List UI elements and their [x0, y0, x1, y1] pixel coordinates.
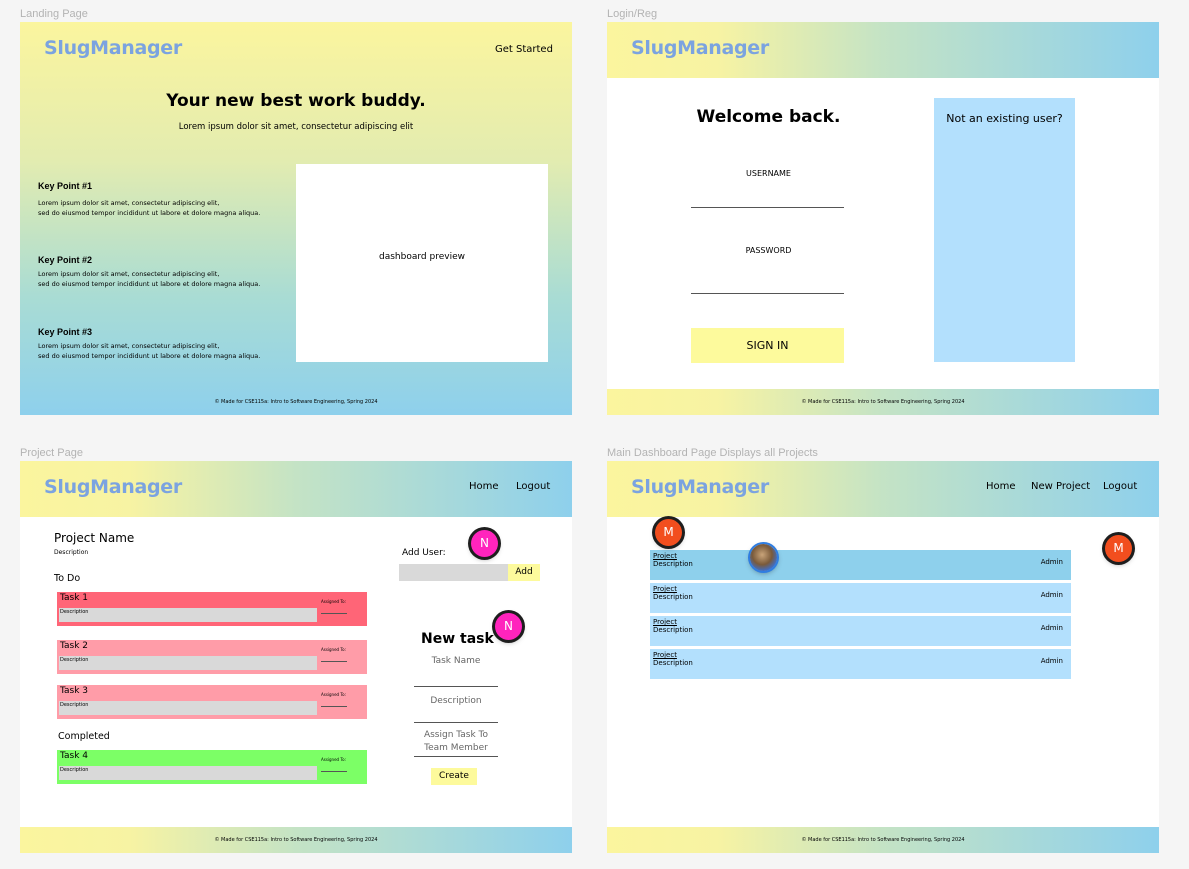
description-placeholder: Description [430, 696, 482, 706]
todo-heading: To Do [54, 573, 81, 584]
task-assigned-label: Assigned To: [321, 647, 346, 652]
add-user-button[interactable]: Add [508, 564, 540, 581]
task-title: Task 4 [60, 751, 89, 761]
sign-in-button[interactable]: SIGN IN [691, 328, 844, 363]
assignee-field[interactable] [321, 613, 347, 614]
key-point-body: Lorem ipsum dolor sit amet, consectetur … [38, 342, 261, 360]
login-frame: SlugManager Welcome back. USERNAME PASSW… [607, 22, 1159, 415]
password-input[interactable] [691, 293, 844, 294]
username-label: USERNAME [746, 169, 791, 178]
frame-label-dashboard: Main Dashboard Page Displays all Project… [607, 447, 818, 459]
frame-label-login: Login/Reg [607, 8, 658, 20]
frame-label-landing: Landing Page [20, 8, 88, 20]
key-point-body: Lorem ipsum dolor sit amet, consectetur … [38, 270, 261, 288]
completed-heading: Completed [58, 731, 110, 742]
brand-logo[interactable]: SlugManager [44, 476, 182, 498]
key-point-title: Key Point #3 [38, 327, 93, 337]
task-description[interactable]: Description [59, 701, 317, 715]
add-user-input[interactable] [399, 564, 508, 581]
project-role: Admin [1040, 591, 1063, 599]
user-avatar[interactable]: M [655, 519, 682, 546]
landing-frame: SlugManager Get Started Your new best wo… [20, 22, 572, 415]
user-avatar[interactable]: N [495, 613, 522, 640]
task-name-placeholder: Task Name [431, 656, 481, 666]
assign-placeholder: Assign Task To Team Member [423, 730, 489, 753]
task-card[interactable]: Task 3 Description Assigned To: [57, 685, 367, 719]
project-role: Admin [1040, 558, 1063, 566]
task-card[interactable]: Task 1 Description Assigned To: [57, 592, 367, 626]
project-description: Description [653, 560, 693, 568]
brand-logo[interactable]: SlugManager [631, 37, 769, 59]
project-row[interactable]: Project Description Admin [650, 583, 1071, 613]
frame-label-project: Project Page [20, 447, 83, 459]
new-user-text: Not an existing user? [946, 112, 1063, 125]
dashboard-frame: SlugManager Home New Project Logout Proj… [607, 461, 1159, 853]
task-card[interactable]: Task 2 Description Assigned To: [57, 640, 367, 674]
create-task-button[interactable]: Create [431, 768, 477, 785]
task-assigned-label: Assigned To: [321, 757, 346, 762]
add-user-label: Add User: [402, 548, 446, 558]
project-link[interactable]: Project [653, 618, 677, 626]
password-label: PASSWORD [745, 246, 792, 255]
nav-new-project-link[interactable]: New Project [1031, 481, 1090, 492]
nav-logout-link[interactable]: Logout [1103, 481, 1137, 492]
brand-logo[interactable]: SlugManager [44, 37, 182, 59]
nav-home-link[interactable]: Home [469, 481, 499, 492]
project-description: Description [653, 659, 693, 667]
user-photo-avatar[interactable] [750, 544, 777, 571]
key-point-title: Key Point #1 [38, 181, 93, 191]
assignee-field[interactable] [321, 771, 347, 772]
project-role: Admin [1040, 657, 1063, 665]
key-point-title: Key Point #2 [38, 255, 93, 265]
task-assigned-label: Assigned To: [321, 599, 346, 604]
task-title: Task 1 [60, 593, 89, 603]
nav-home-link[interactable]: Home [986, 481, 1016, 492]
footer: © Made for CSE115a: Intro to Software En… [607, 389, 1159, 415]
footer: © Made for CSE115a: Intro to Software En… [607, 827, 1159, 853]
brand-logo[interactable]: SlugManager [631, 476, 769, 498]
task-description[interactable]: Description [59, 766, 317, 780]
username-input[interactable] [691, 207, 844, 208]
assignee-field[interactable] [321, 706, 347, 707]
user-avatar[interactable]: N [471, 530, 498, 557]
project-row[interactable]: Project Description Admin [650, 649, 1071, 679]
task-title: Task 2 [60, 641, 89, 651]
footer: © Made for CSE115a: Intro to Software En… [20, 827, 572, 853]
task-title: Task 3 [60, 686, 89, 696]
landing-subheadline: Lorem ipsum dolor sit amet, consectetur … [178, 122, 414, 132]
description-input[interactable] [414, 722, 498, 723]
assignee-field[interactable] [321, 661, 347, 662]
user-avatar[interactable]: M [1105, 535, 1132, 562]
project-row[interactable]: Project Description Admin [650, 616, 1071, 646]
project-link[interactable]: Project [653, 651, 677, 659]
project-description: Description [54, 549, 89, 556]
get-started-link[interactable]: Get Started [495, 44, 553, 55]
project-role: Admin [1040, 624, 1063, 632]
task-name-input[interactable] [414, 686, 498, 687]
footer: © Made for CSE115a: Intro to Software En… [214, 399, 378, 405]
task-card[interactable]: Task 4 Description Assigned To: [57, 750, 367, 784]
dashboard-preview-label: dashboard preview [379, 252, 465, 262]
project-row[interactable]: Project Description Admin [650, 550, 1071, 580]
new-task-title: New task [421, 631, 494, 647]
dashboard-preview: dashboard preview [296, 164, 548, 362]
key-point-body: Lorem ipsum dolor sit amet, consectetur … [38, 199, 261, 217]
assign-input[interactable] [414, 756, 498, 757]
landing-headline: Your new best work buddy. [166, 91, 426, 111]
login-title: Welcome back. [696, 107, 841, 127]
project-link[interactable]: Project [653, 552, 677, 560]
register-panel[interactable]: Not an existing user? [934, 98, 1075, 362]
project-description: Description [653, 626, 693, 634]
project-link[interactable]: Project [653, 585, 677, 593]
project-name: Project Name [54, 531, 135, 545]
project-description: Description [653, 593, 693, 601]
task-description[interactable]: Description [59, 656, 317, 670]
task-assigned-label: Assigned To: [321, 692, 346, 697]
project-frame: SlugManager Home Logout Project Name Des… [20, 461, 572, 853]
task-description[interactable]: Description [59, 608, 317, 622]
nav-logout-link[interactable]: Logout [516, 481, 550, 492]
